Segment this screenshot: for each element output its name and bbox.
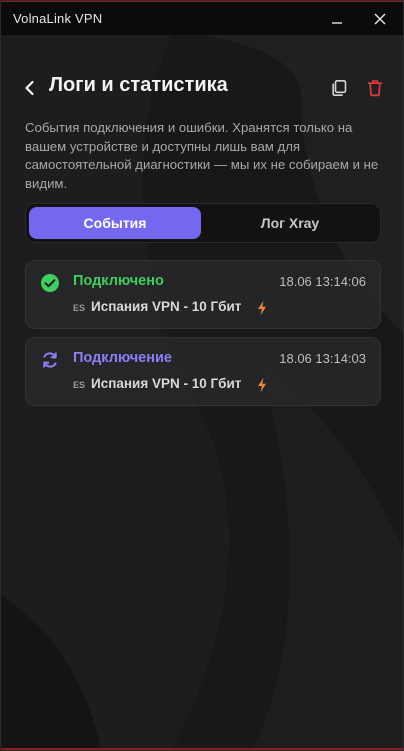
title-bar[interactable]: VolnaLink VPN (1, 1, 403, 35)
back-button[interactable] (19, 77, 41, 99)
event-status: Подключено (73, 273, 164, 289)
event-time: 18.06 13:14:06 (279, 274, 366, 289)
event-time: 18.06 13:14:03 (279, 351, 366, 366)
window-title: VolnaLink VPN (13, 11, 103, 26)
logs-screen: Логи и статистика События подключения и … (1, 35, 403, 750)
trash-icon (367, 80, 383, 97)
chevron-left-icon (25, 80, 34, 96)
app-window: VolnaLink VPN Логи и статистика События … (0, 0, 404, 751)
country-code: ES (73, 380, 86, 390)
close-icon (374, 13, 386, 25)
minimize-icon (332, 22, 342, 24)
server-name: Испания VPN - 10 Гбит (91, 376, 242, 391)
sync-icon (43, 352, 57, 368)
tab-events[interactable]: События (29, 207, 201, 239)
page-description: События подключения и ошибки. Хранятся т… (25, 120, 379, 191)
check-circle-icon (41, 274, 59, 292)
event-status: Подключение (73, 350, 172, 366)
log-tabs: События Лог Xray (25, 203, 381, 243)
minimize-button[interactable] (326, 8, 348, 30)
country-code: ES (73, 303, 86, 313)
copy-icon (332, 79, 347, 96)
page-header: Логи и статистика (19, 73, 387, 103)
close-window-button[interactable] (369, 8, 391, 30)
event-card[interactable]: Подключение 18.06 13:14:03 ES Испания VP… (25, 337, 381, 406)
page-title: Логи и статистика (49, 74, 228, 96)
copy-logs-button[interactable] (327, 76, 351, 100)
lightning-icon (258, 300, 266, 316)
server-name: Испания VPN - 10 Гбит (91, 299, 242, 314)
tab-xray-log[interactable]: Лог Xray (204, 207, 376, 239)
event-card[interactable]: Подключено 18.06 13:14:06 ES Испания VPN… (25, 260, 381, 329)
lightning-icon (258, 377, 266, 393)
delete-logs-button[interactable] (363, 76, 387, 100)
